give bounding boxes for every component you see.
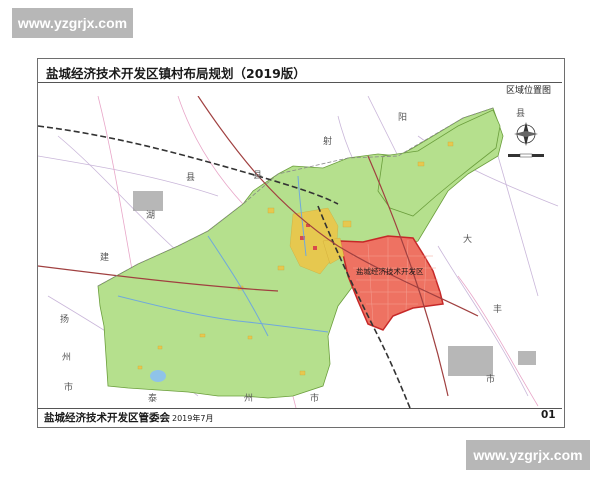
compass-icon — [514, 122, 538, 146]
map-canvas: 盐城经济技术开发区 射 阳 县 县 湖 建 扬 州 市 大 丰 市 泰 州 市 … — [38, 96, 559, 408]
place-label-jian: 建 — [100, 251, 109, 263]
title-divider — [38, 82, 562, 83]
place-label-da: 大 — [463, 233, 472, 245]
map-subtitle: 区域位置图 — [506, 86, 552, 96]
place-label-feng: 丰 — [493, 303, 502, 315]
place-label-yang-w: 扬 — [60, 313, 69, 325]
scale-bar-icon — [508, 153, 544, 158]
lake — [150, 370, 166, 382]
watermark-bottom: www.yzgrjx.com — [466, 440, 590, 470]
footer-divider — [38, 408, 562, 409]
place-label-yang-n: 阳 — [398, 112, 407, 123]
place-label-zhou-w: 州 — [62, 352, 71, 363]
zone-label: 盐城经济技术开发区 — [356, 266, 424, 276]
place-label-shi-e: 市 — [486, 373, 495, 385]
place-label-shi-s: 市 — [310, 392, 319, 404]
footer-organization: 盐城经济技术开发区管委会 — [44, 412, 170, 424]
page-number: 01 — [541, 409, 556, 421]
place-label-xian-e: 县 — [516, 108, 525, 119]
place-label-zhou-s: 州 — [244, 393, 253, 404]
development-zone — [339, 235, 444, 331]
footer-date: 2019年7月 — [172, 414, 214, 423]
place-label-shi-w: 市 — [64, 381, 73, 393]
place-label-xian-left: 县 — [186, 172, 195, 183]
watermark-top: www.yzgrjx.com — [12, 8, 133, 38]
place-label-xian-n: 县 — [253, 170, 262, 181]
map-title: 盐城经济技术开发区镇村布局规划（2019版） — [46, 66, 306, 81]
place-label-tai: 泰 — [148, 392, 157, 404]
place-label-she: 射 — [323, 135, 332, 147]
place-label-hu: 湖 — [146, 210, 155, 221]
